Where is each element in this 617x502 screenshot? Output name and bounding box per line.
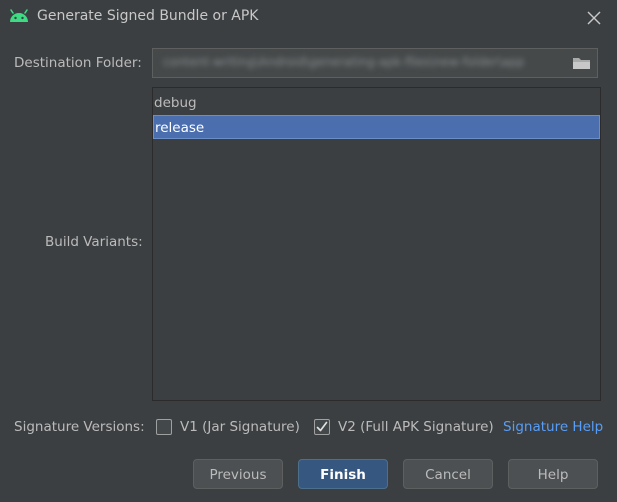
close-icon[interactable] <box>583 7 605 29</box>
signature-help-link[interactable]: Signature Help <box>503 419 603 435</box>
previous-button[interactable]: Previous <box>193 459 283 489</box>
destination-folder-value: content-writing\Android\generating-apk-f… <box>163 55 525 69</box>
build-variants-label: Build Variants: <box>45 234 143 250</box>
v2-checkbox[interactable] <box>314 419 330 435</box>
folder-icon[interactable] <box>572 55 592 71</box>
checkmark-icon <box>316 421 328 432</box>
v1-checkbox-label[interactable]: V1 (Jar Signature) <box>180 419 300 435</box>
help-button[interactable]: Help <box>508 459 598 489</box>
android-icon <box>10 9 28 22</box>
destination-folder-field[interactable]: content-writing\Android\generating-apk-f… <box>152 48 598 78</box>
title-bar: Generate Signed Bundle or APK <box>0 0 617 36</box>
v2-checkbox-label[interactable]: V2 (Full APK Signature) <box>338 419 494 435</box>
variant-debug[interactable]: debug <box>153 91 600 115</box>
window-title: Generate Signed Bundle or APK <box>37 8 259 24</box>
cancel-button[interactable]: Cancel <box>403 459 493 489</box>
signature-versions-label: Signature Versions: <box>14 419 145 435</box>
v1-checkbox[interactable] <box>156 419 172 435</box>
destination-folder-label: Destination Folder: <box>14 55 142 71</box>
finish-button[interactable]: Finish <box>298 459 388 489</box>
variant-release[interactable]: release <box>153 115 600 139</box>
build-variants-list[interactable]: debug release <box>152 87 601 401</box>
